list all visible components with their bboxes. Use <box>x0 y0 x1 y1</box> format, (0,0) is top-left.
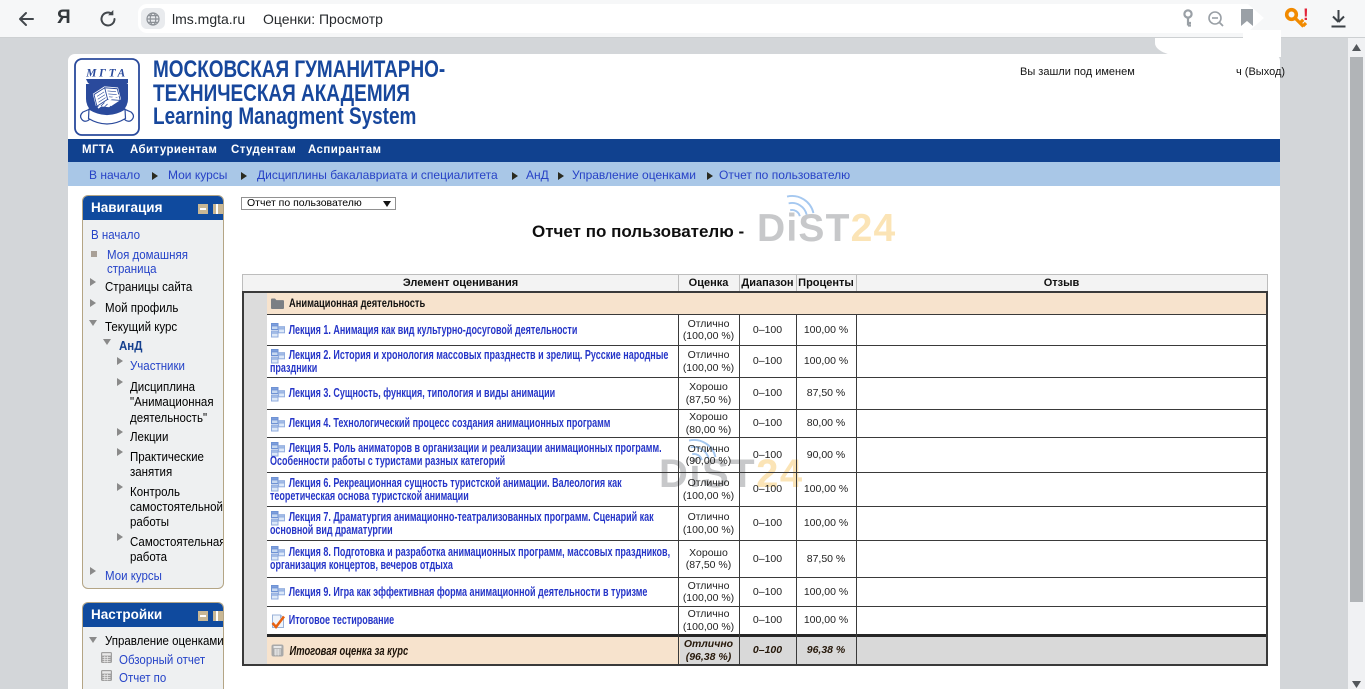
svg-text:МГТА: МГТА <box>85 68 128 80</box>
